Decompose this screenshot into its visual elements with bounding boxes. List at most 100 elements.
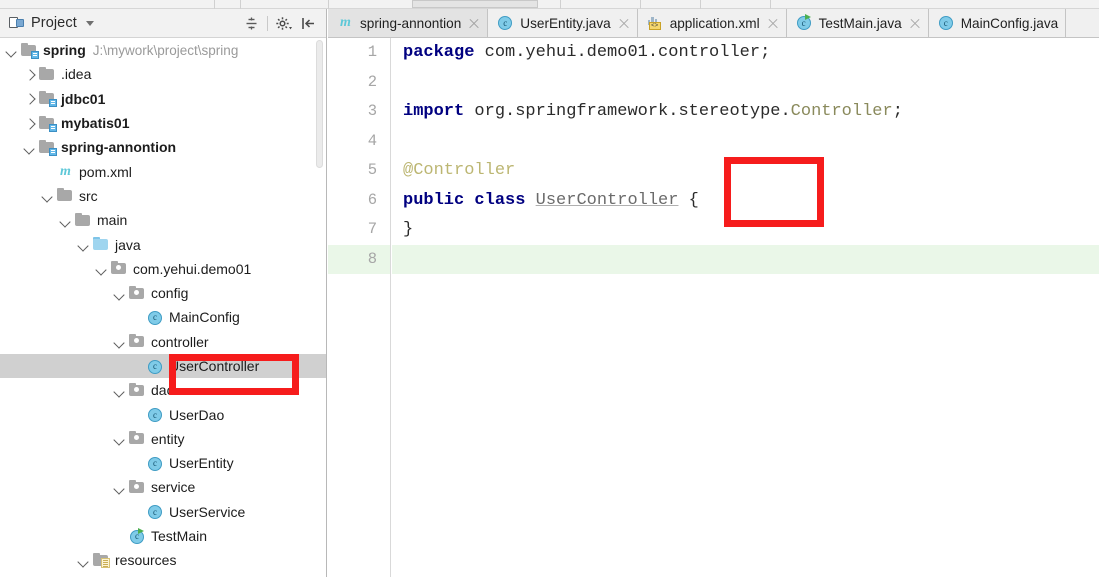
tree-row[interactable]: controller	[0, 330, 326, 354]
editor-code-content[interactable]: package com.yehui.demo01.controller; imp…	[392, 38, 1099, 577]
code-line[interactable]	[392, 127, 1099, 157]
toolbar-combo[interactable]	[412, 0, 538, 8]
editor-tab[interactable]: <> application.xml	[637, 9, 787, 37]
tree-item-label: TestMain	[151, 528, 208, 545]
chevron-down-icon[interactable]	[24, 142, 35, 153]
tree-item-label: dao	[151, 382, 175, 399]
project-tree-scrollbar[interactable]	[314, 38, 325, 577]
chevron-down-icon[interactable]	[42, 190, 53, 201]
code-token: Controller	[790, 102, 893, 121]
code-line[interactable]	[392, 244, 1099, 274]
tree-row[interactable]: resources	[0, 548, 326, 572]
code-line[interactable]: }	[392, 215, 1099, 245]
code-token: @Controller	[403, 161, 516, 180]
editor-tabbar[interactable]: m spring-annontion c UserEntity.java <> appli…	[328, 9, 1099, 38]
package-folder-icon	[129, 334, 146, 349]
tree-row[interactable]: m pom.xml	[0, 159, 326, 183]
package-folder-icon	[129, 479, 146, 495]
tree-item-label: UserController	[169, 358, 260, 374]
code-line[interactable]: @Controller	[392, 156, 1099, 186]
line-number: 8	[328, 244, 390, 274]
hide-panel-icon[interactable]	[296, 11, 321, 36]
code-line[interactable]: import org.springframework.stereotype.Co…	[392, 97, 1099, 127]
toolbar-separator	[214, 0, 215, 9]
chevron-right-icon[interactable]	[24, 69, 35, 80]
editor-tab[interactable]: c MainConfig.java	[928, 9, 1067, 37]
tree-item-label: mybatis01	[61, 115, 130, 132]
tree-item-label: service	[151, 479, 196, 496]
tree-row[interactable]: main	[0, 208, 326, 232]
toolbar-separator	[770, 0, 771, 9]
tree-row[interactable]: spring J:\mywork\project\spring	[0, 38, 326, 62]
code-line[interactable]	[392, 68, 1099, 98]
chevron-down-icon[interactable]	[96, 263, 107, 274]
tree-row[interactable]: c UserService	[0, 500, 326, 524]
code-token: }	[403, 220, 414, 239]
settings-gear-icon[interactable]	[271, 11, 296, 36]
tree-row[interactable]: c UserController	[0, 353, 326, 379]
chevron-down-icon[interactable]	[114, 385, 125, 396]
chevron-down-icon[interactable]	[85, 20, 94, 26]
chevron-down-icon[interactable]	[78, 239, 89, 250]
chevron-right-icon[interactable]	[24, 118, 35, 129]
tree-row[interactable]: mybatis01	[0, 111, 326, 135]
chevron-down-icon[interactable]	[60, 215, 71, 226]
project-panel-title-group[interactable]: Project	[9, 9, 94, 37]
code-line[interactable]: public class UserController {	[392, 186, 1099, 216]
chevron-down-icon[interactable]	[114, 433, 125, 444]
package-folder-icon	[129, 285, 146, 301]
tree-row[interactable]: c TestMain	[0, 524, 326, 548]
chevron-down-icon[interactable]	[114, 336, 125, 347]
close-icon[interactable]	[768, 18, 779, 29]
maven-pom-icon: m	[60, 164, 71, 180]
java-class-icon: c	[147, 456, 164, 471]
scrollbar-thumb[interactable]	[316, 40, 323, 168]
code-token: package	[403, 43, 475, 62]
close-icon[interactable]	[910, 18, 921, 29]
editor-tab[interactable]: m spring-annontion	[328, 9, 489, 37]
collapse-all-icon[interactable]	[239, 11, 264, 36]
java-class-icon: c	[147, 504, 164, 520]
close-icon[interactable]	[619, 18, 630, 29]
tree-row[interactable]: java	[0, 232, 326, 256]
java-class-icon: c	[147, 407, 164, 423]
tree-row[interactable]: entity	[0, 427, 326, 451]
tree-row[interactable]: dao	[0, 378, 326, 402]
tree-row[interactable]: jdbc01	[0, 87, 326, 111]
chevron-down-icon[interactable]	[78, 555, 89, 566]
module-folder-icon	[39, 115, 57, 132]
project-tree[interactable]: spring J:\mywork\project\spring .idea jdbc0…	[0, 38, 326, 577]
tree-item-label: .idea	[61, 66, 92, 83]
tree-row[interactable]: service	[0, 475, 326, 499]
toolbar-separator	[700, 0, 701, 9]
chevron-down-icon[interactable]	[6, 45, 17, 56]
folder-gray-icon	[75, 212, 92, 228]
tree-row[interactable]: config	[0, 281, 326, 305]
tree-row[interactable]: c MainConfig	[0, 305, 326, 329]
tree-row[interactable]: .idea	[0, 62, 326, 86]
tree-row[interactable]: src	[0, 184, 326, 208]
twisty-spacer	[132, 312, 143, 323]
code-line[interactable]: package com.yehui.demo01.controller;	[392, 38, 1099, 68]
module-folder-icon	[39, 91, 57, 108]
chevron-down-icon[interactable]	[114, 288, 125, 299]
chevron-down-icon[interactable]	[114, 482, 125, 493]
close-icon[interactable]	[469, 18, 480, 29]
editor-tab[interactable]: c TestMain.java	[786, 9, 929, 37]
tree-row[interactable]: c UserEntity	[0, 451, 326, 475]
tree-item-label: config	[151, 285, 189, 302]
editor-tab[interactable]: c UserEntity.java	[488, 9, 638, 37]
chevron-right-icon[interactable]	[24, 93, 35, 104]
code-editor[interactable]: 1 2 3 4 5 6 7 8 package com.yehui.demo01.contro…	[328, 38, 1099, 577]
editor-tab-label: spring-annontion	[360, 15, 462, 31]
tree-row[interactable]: com.yehui.demo01	[0, 257, 326, 281]
tree-item-label: MainConfig	[169, 309, 240, 326]
tree-row[interactable]: c UserDao	[0, 402, 326, 426]
editor-tab-label: MainConfig.java	[960, 15, 1059, 31]
twisty-spacer	[132, 361, 143, 372]
tree-row[interactable]: spring-annontion	[0, 135, 326, 159]
tree-item-label: java	[115, 236, 141, 253]
folder-gray-icon	[57, 188, 74, 203]
